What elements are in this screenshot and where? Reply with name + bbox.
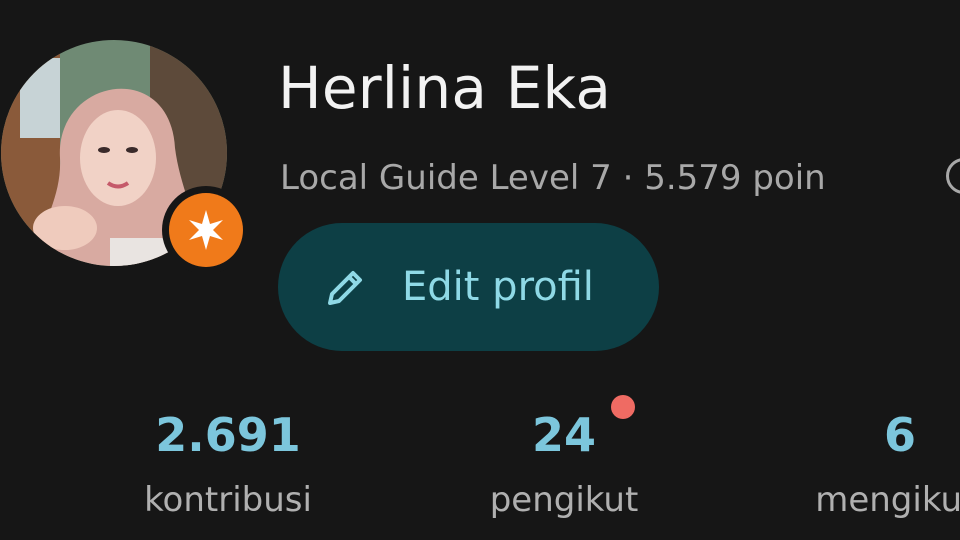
edit-profile-button[interactable]: Edit profil bbox=[278, 223, 659, 351]
pencil-icon bbox=[328, 271, 362, 305]
stat-value: 2.691 bbox=[155, 408, 301, 462]
local-guide-star-icon bbox=[169, 193, 243, 267]
local-guide-level[interactable]: Local Guide Level 7 · 5.579 poin bbox=[280, 156, 826, 200]
stat-followers[interactable]: 24 pengikut bbox=[464, 400, 664, 520]
edit-profile-label: Edit profil bbox=[402, 264, 594, 310]
notification-dot bbox=[611, 395, 635, 419]
stat-contributions[interactable]: 2.691 kontribusi bbox=[128, 400, 328, 520]
profile-screen: Herlina Eka Local Guide Level 7 · 5.579 … bbox=[0, 0, 960, 540]
stat-following[interactable]: 6 mengikuti bbox=[800, 400, 960, 520]
profile-name: Herlina Eka bbox=[278, 54, 612, 122]
stat-label: kontribusi bbox=[144, 480, 312, 520]
info-icon[interactable] bbox=[946, 158, 960, 194]
stat-value: 6 bbox=[883, 408, 916, 462]
stat-label: pengikut bbox=[489, 480, 639, 520]
stat-label: mengikuti bbox=[815, 480, 960, 520]
local-guide-badge bbox=[162, 186, 250, 274]
